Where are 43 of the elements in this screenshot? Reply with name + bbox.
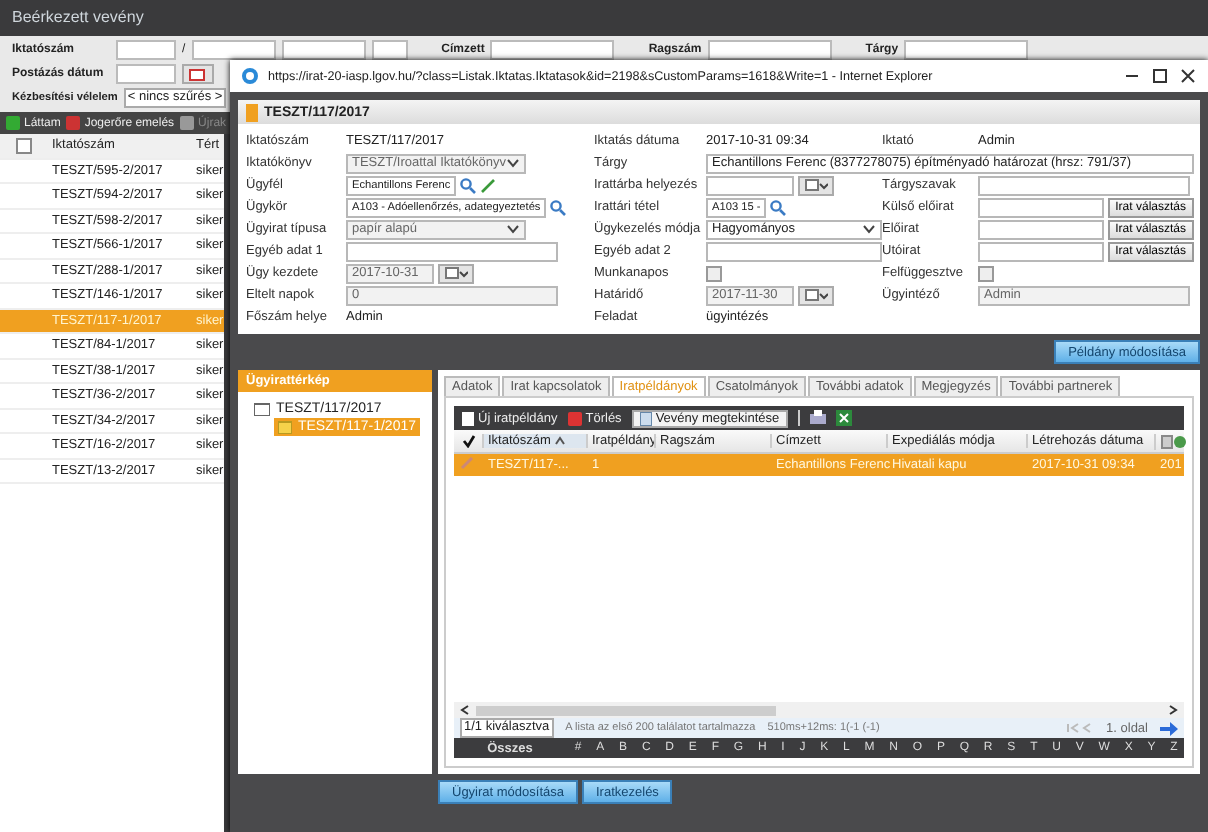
date-field[interactable] <box>706 175 794 195</box>
text-field[interactable] <box>978 197 1104 217</box>
column-settings-icon[interactable] <box>1160 433 1188 449</box>
sort-icon <box>554 436 567 446</box>
calendar-icon <box>444 266 468 280</box>
search-icon[interactable] <box>460 177 477 193</box>
text-field[interactable] <box>978 175 1190 195</box>
calendar-button[interactable] <box>438 263 474 283</box>
input-field[interactable] <box>904 40 1029 60</box>
checkbox[interactable] <box>16 137 32 154</box>
date-field[interactable] <box>116 64 176 84</box>
caret-icon <box>506 157 520 169</box>
maximize-icon[interactable] <box>1150 66 1170 86</box>
caret-icon <box>862 223 876 235</box>
text-field[interactable] <box>978 241 1104 261</box>
pencil-icon[interactable] <box>480 177 497 193</box>
calendar-button[interactable] <box>182 64 214 84</box>
text-field[interactable] <box>706 241 882 261</box>
scroll-left-icon[interactable] <box>460 704 470 716</box>
input-field[interactable] <box>490 40 615 60</box>
input-field[interactable] <box>707 40 832 60</box>
next-page-icon[interactable] <box>1160 721 1178 735</box>
input-field[interactable] <box>191 40 276 60</box>
horizontal-scrollbar[interactable] <box>454 702 1184 718</box>
scroll-right-icon[interactable] <box>1168 704 1178 716</box>
pencil-icon <box>460 456 474 470</box>
text-field[interactable] <box>978 219 1104 239</box>
print-icon[interactable] <box>809 410 826 426</box>
calendar-button[interactable] <box>798 285 834 305</box>
input-field[interactable] <box>116 40 176 60</box>
spreadsheet-icon[interactable] <box>835 410 852 426</box>
caret-icon <box>506 223 520 235</box>
search-icon[interactable] <box>770 199 787 215</box>
calendar-icon <box>804 178 828 192</box>
text-field[interactable] <box>346 241 558 261</box>
input-field[interactable] <box>281 40 366 60</box>
search-icon[interactable] <box>550 199 567 215</box>
calendar-button[interactable] <box>798 175 834 195</box>
close-icon[interactable] <box>1178 66 1198 86</box>
browser-icon <box>240 66 260 86</box>
input-field[interactable] <box>371 40 408 60</box>
calendar-icon <box>804 288 828 302</box>
calendar-icon <box>188 67 208 81</box>
